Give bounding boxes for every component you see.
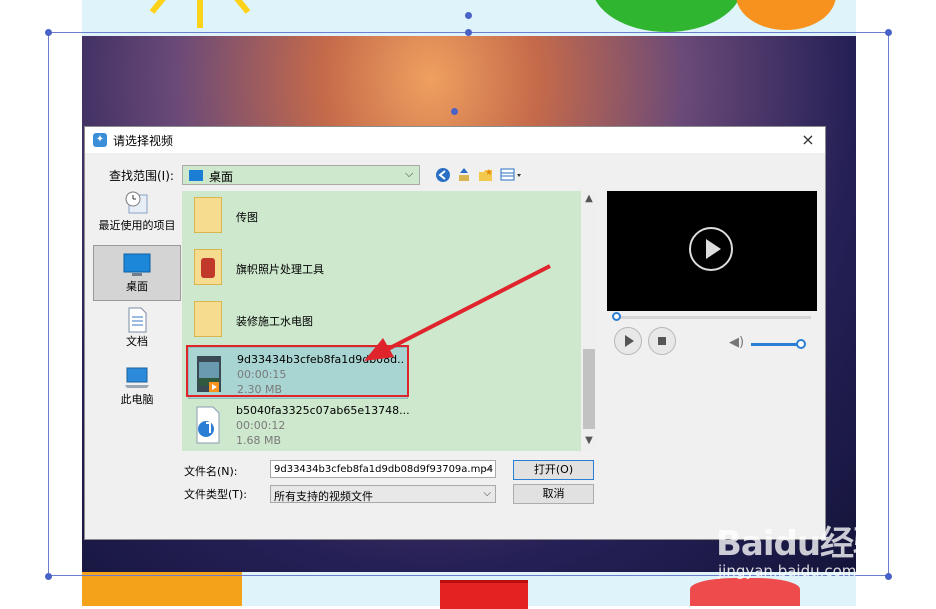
baidu-watermark-url: jingyan.baidu.com: [718, 562, 857, 580]
baidu-watermark-logo: Baidu经验: [716, 524, 887, 564]
